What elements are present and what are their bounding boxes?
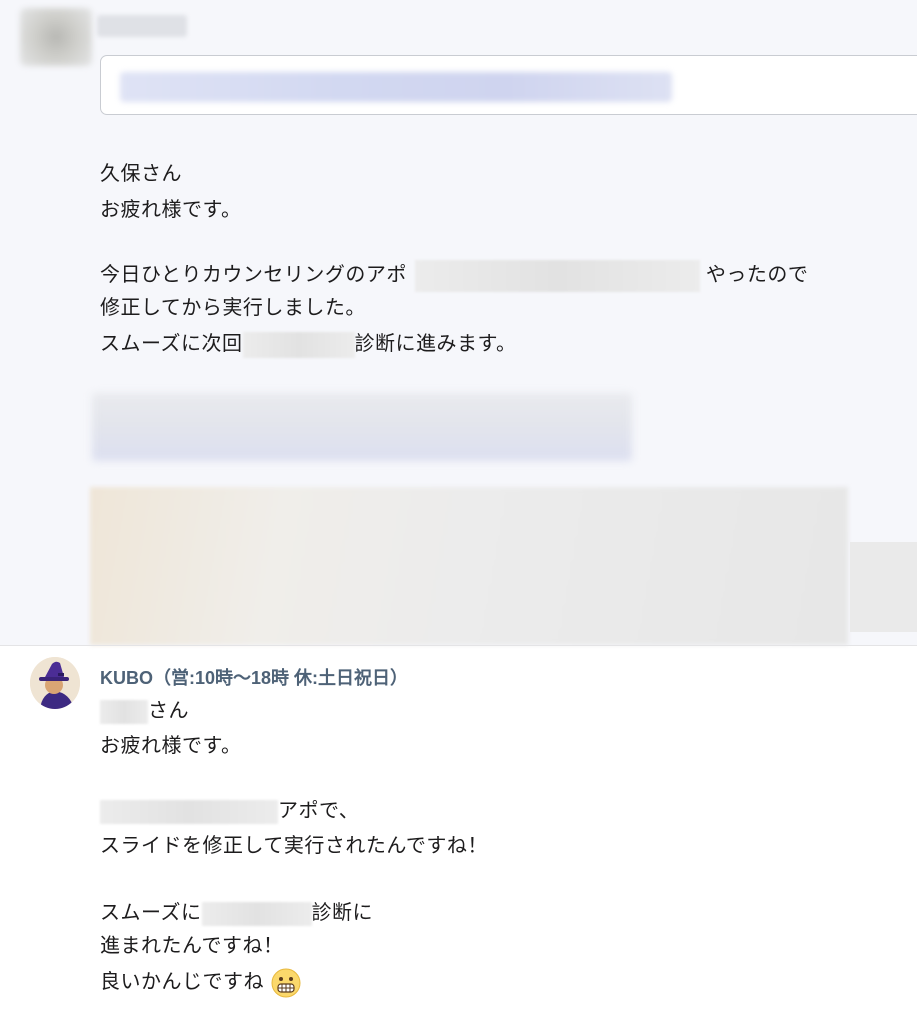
redacted-text: [414, 259, 700, 292]
message-line: スムーズに次回 診断に進みます。: [100, 326, 517, 360]
message-text: スムーズに次回: [100, 331, 243, 355]
quoted-text-redacted: [120, 72, 672, 102]
redacted-text: [201, 901, 312, 926]
message-text: 良いかんじですね: [100, 969, 264, 993]
message-line: アポで、: [100, 793, 359, 827]
message-text: 診断に: [311, 900, 373, 924]
message-line: お疲れ様です。: [100, 197, 242, 221]
message-text: 今日ひとりカウンセリングのアポ: [100, 262, 407, 286]
attachment-side-panel: [850, 542, 917, 632]
message-line: 今日ひとりカウンセリングのアポ やったので: [100, 257, 808, 292]
sender-name[interactable]: KUBO（営:10時〜18時 休:土日祝日）: [100, 664, 408, 690]
message-divider: [0, 645, 917, 646]
message-text: さん: [148, 698, 189, 722]
message-line: さん: [100, 693, 189, 727]
wizard-avatar-icon: [30, 657, 80, 709]
sender-avatar-redacted[interactable]: [20, 8, 92, 66]
link-preview-redacted[interactable]: [92, 393, 632, 461]
message-text: スムーズに: [100, 900, 202, 924]
sender-name-redacted[interactable]: [97, 15, 187, 37]
message-line: 良いかんじですね: [100, 964, 301, 998]
attached-image-redacted[interactable]: [90, 487, 848, 645]
message-text: アポで、: [278, 798, 360, 822]
message-line: 久保さん: [100, 161, 182, 185]
message-text: やったので: [705, 262, 809, 286]
message-text: 診断に進みます。: [354, 331, 517, 355]
message-line: スムーズに 診断に: [100, 895, 373, 929]
redacted-text: [100, 699, 148, 724]
message-line: スライドを修正して実行されたんですね！: [100, 833, 488, 857]
message-line: お疲れ様です。: [100, 733, 242, 757]
grimacing-face-icon: [271, 968, 301, 998]
redacted-text: [242, 331, 355, 358]
message-line: 修正してから実行しました。: [100, 295, 366, 319]
redacted-text: [100, 799, 278, 824]
message-line: 進まれたんですね！: [100, 933, 284, 957]
avatar[interactable]: [30, 657, 80, 709]
